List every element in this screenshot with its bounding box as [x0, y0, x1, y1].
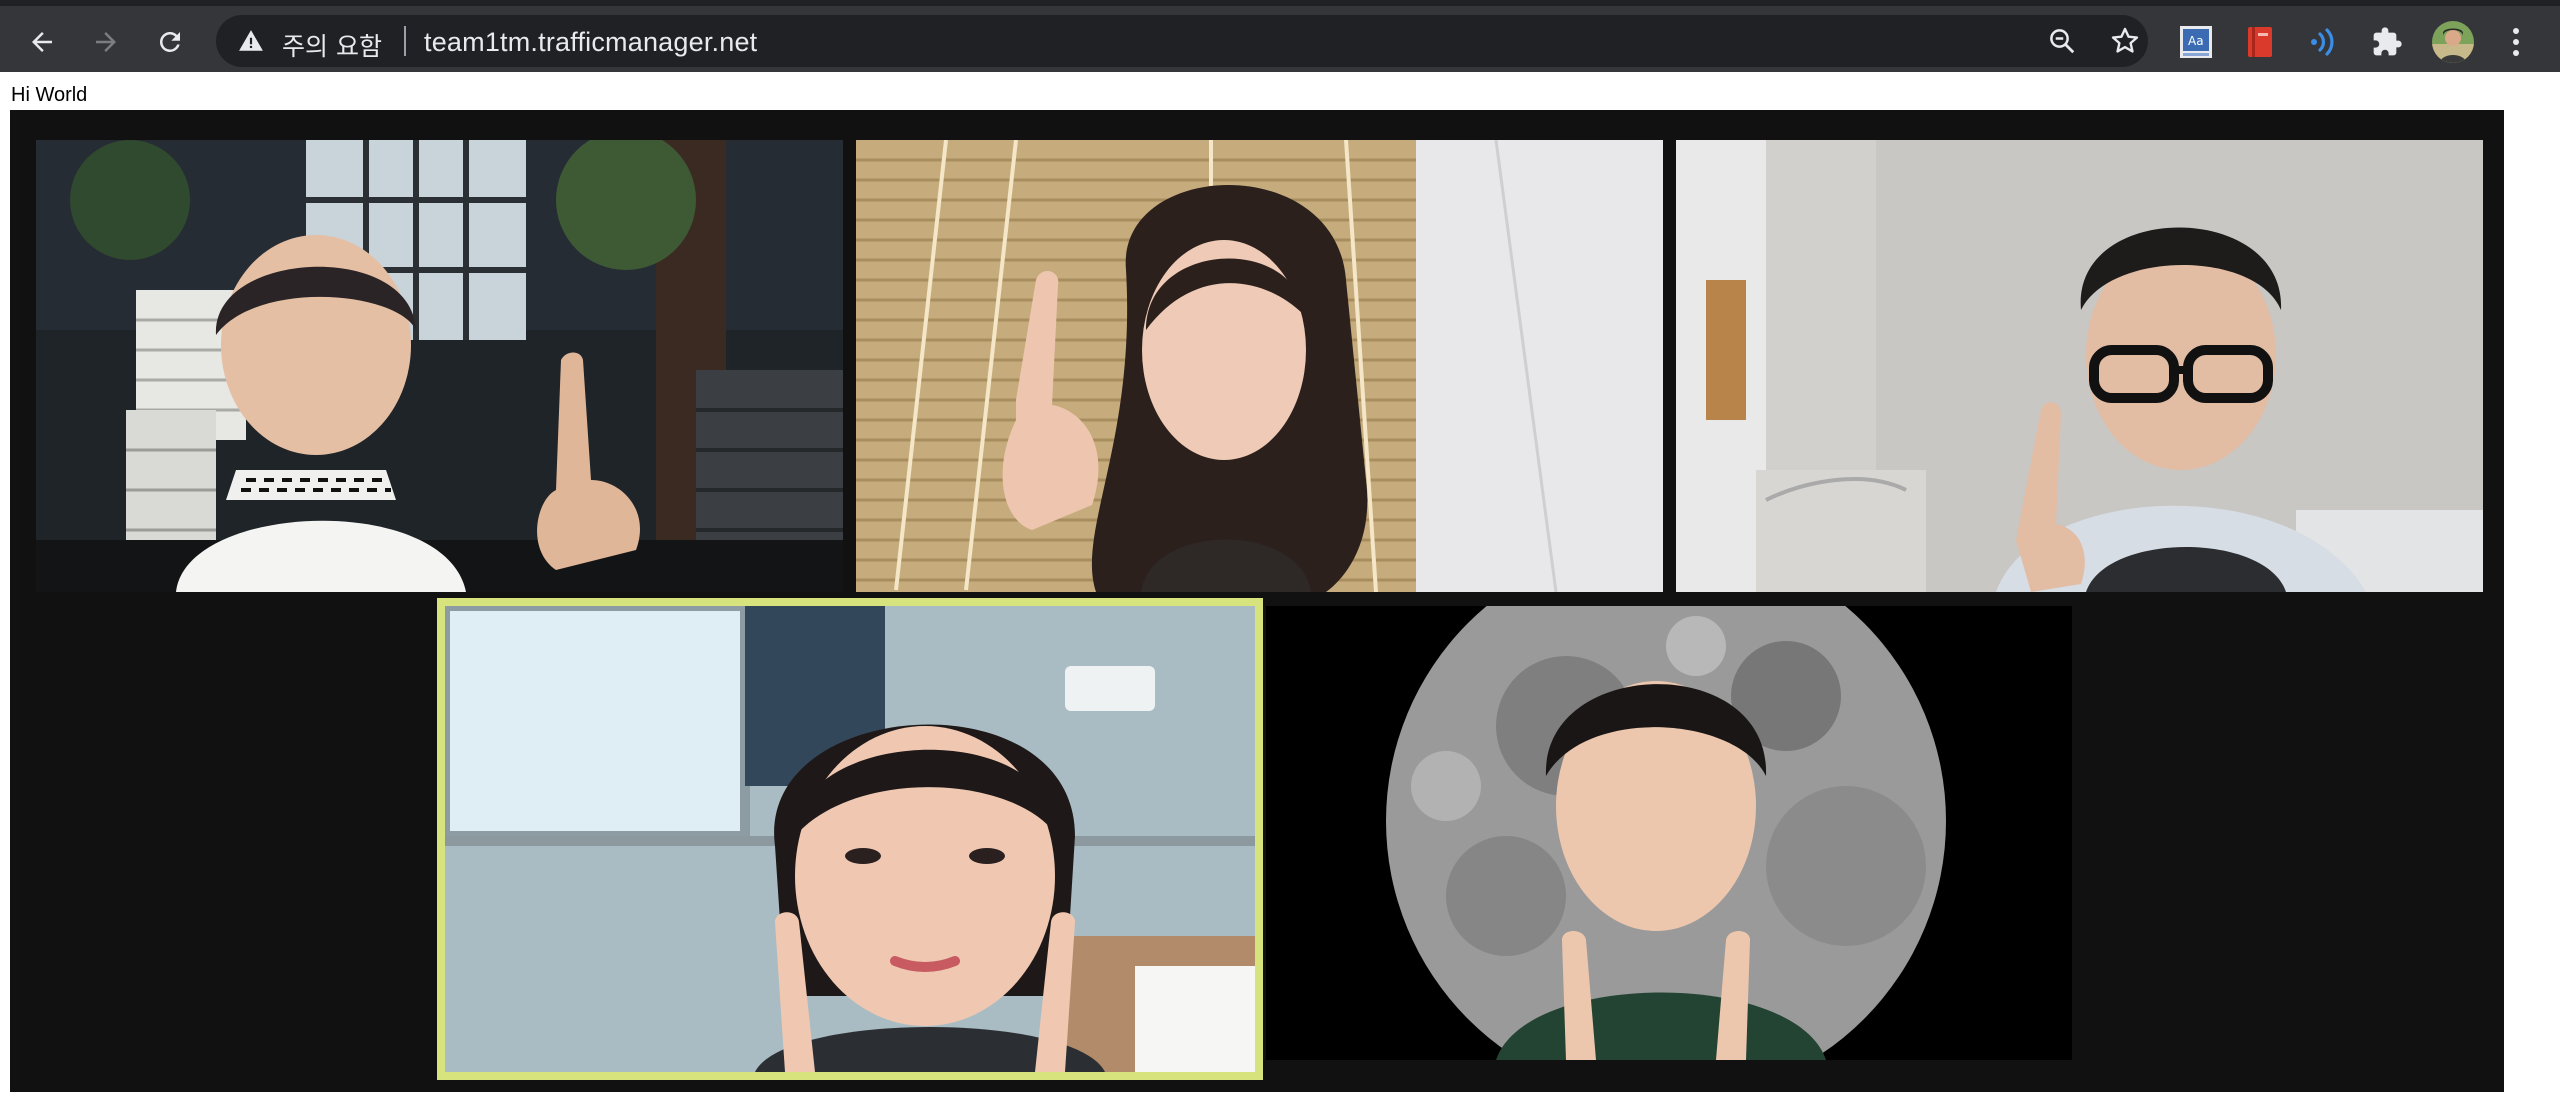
omnibox-separator	[404, 26, 406, 56]
audio-waves-extension-icon	[2311, 28, 2334, 56]
bookmark-star-icon	[2111, 27, 2139, 53]
zoom-out-button[interactable]	[2046, 25, 2078, 57]
browser-toolbar: 주의 요함 team1tm.trafficmanager.net Aa	[0, 0, 2560, 72]
url-text[interactable]: team1tm.trafficmanager.net	[424, 27, 757, 58]
back-button[interactable]	[20, 20, 64, 64]
participant-video-frame	[36, 140, 843, 592]
bookmark-button[interactable]	[2109, 25, 2141, 57]
audio-waves-extension[interactable]	[2303, 22, 2343, 62]
warning-icon[interactable]	[238, 28, 264, 54]
reload-button[interactable]	[148, 20, 192, 64]
participant-video-2[interactable]	[856, 140, 1663, 592]
browser-menu-button[interactable]	[2496, 22, 2536, 62]
profile-button[interactable]	[2430, 19, 2476, 65]
back-arrow-icon	[32, 32, 52, 52]
participant-video-4-active-speaker[interactable]	[437, 598, 1263, 1080]
participant-video-5[interactable]	[1266, 606, 2072, 1060]
participant-video-3[interactable]	[1676, 140, 2483, 592]
forward-arrow-icon	[96, 32, 116, 52]
page-heading: Hi World	[11, 84, 88, 106]
dictionary-extension[interactable]: Aa	[2176, 22, 2216, 62]
participant-video-frame	[1266, 606, 2072, 1060]
more-menu-icon	[2513, 28, 2519, 56]
participant-video-frame	[445, 606, 1255, 1072]
participant-video-frame	[856, 140, 1663, 592]
participant-video-1[interactable]	[36, 140, 843, 592]
security-status-label[interactable]: 주의 요함	[282, 27, 382, 63]
reload-icon	[159, 31, 180, 52]
address-bar[interactable]: 주의 요함 team1tm.trafficmanager.net	[216, 15, 2148, 67]
participant-video-frame	[1676, 140, 2483, 592]
forward-button[interactable]	[84, 20, 128, 64]
svg-text:Aa: Aa	[2188, 34, 2204, 48]
red-book-extension-icon	[2248, 27, 2272, 57]
extensions-button[interactable]	[2367, 22, 2407, 62]
zoom-out-icon	[2050, 29, 2075, 54]
red-book-extension[interactable]	[2240, 22, 2280, 62]
dictionary-extension-icon: Aa	[2180, 26, 2212, 58]
profile-avatar-icon	[2432, 21, 2474, 63]
video-call-grid	[10, 110, 2504, 1092]
puzzle-extensions-icon	[2373, 27, 2402, 56]
